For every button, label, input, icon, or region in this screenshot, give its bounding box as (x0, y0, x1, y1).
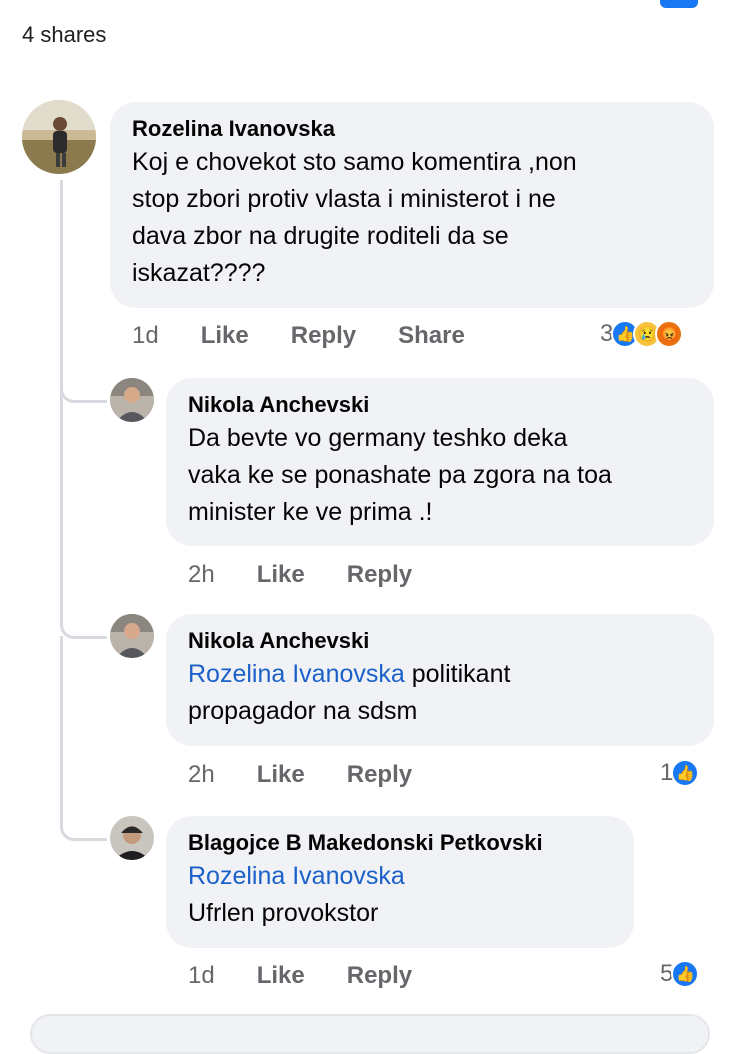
comment-author[interactable]: Nikola Anchevski (188, 626, 714, 656)
mention-link[interactable]: Rozelina Ivanovska (188, 660, 405, 688)
comment-text: Koj e chovekot sto samo komentira ,non s… (132, 148, 577, 287)
reaction-summary[interactable]: 1 👍 (660, 759, 700, 787)
reply-button[interactable]: Reply (347, 962, 412, 990)
comment-actions: 1d Like Reply Share (132, 322, 507, 350)
avatar[interactable] (22, 100, 96, 174)
mention-link[interactable]: Rozelina Ivanovska (188, 858, 634, 895)
comment-author[interactable]: Nikola Anchevski (188, 390, 714, 420)
thread-branch (60, 636, 107, 841)
comment-time[interactable]: 2h (188, 761, 215, 789)
reply-button[interactable]: Reply (347, 761, 412, 789)
comment-actions: 1d Like Reply (188, 962, 454, 990)
comment-author[interactable]: Blagojce B Makedonski Petkovski (188, 828, 634, 858)
profile-photo (22, 100, 96, 174)
reply-button[interactable]: Reply (291, 322, 356, 350)
like-button[interactable]: Like (257, 761, 305, 789)
comment-text: Rozelina Ivanovska politikant propagador… (188, 660, 511, 725)
like-reaction-icon: 👍 (671, 960, 700, 988)
comment-time[interactable]: 2h (188, 561, 215, 589)
thread-branch (60, 400, 107, 639)
comment-time[interactable]: 1d (188, 962, 215, 990)
angry-reaction-icon: 😡 (655, 320, 684, 348)
comment-bubble: Nikola Anchevski Da bevte vo germany tes… (166, 378, 714, 546)
like-button[interactable]: Like (201, 322, 249, 350)
reaction-summary[interactable]: 5 👍 (660, 960, 700, 988)
profile-photo (110, 614, 154, 658)
comment-time[interactable]: 1d (132, 322, 159, 350)
avatar[interactable] (110, 816, 154, 860)
profile-photo (110, 378, 154, 422)
reaction-summary[interactable]: 3 👍 😢 😡 (600, 320, 684, 348)
avatar[interactable] (110, 614, 154, 658)
comment-bubble: Nikola Anchevski Rozelina Ivanovska poli… (166, 614, 714, 746)
share-button[interactable]: Share (398, 322, 465, 350)
thread-branch (60, 370, 107, 403)
avatar[interactable] (110, 378, 154, 422)
comment-input[interactable] (30, 1014, 710, 1054)
like-button[interactable]: Like (257, 561, 305, 589)
shares-count[interactable]: 4 shares (22, 22, 106, 48)
comment-text: Da bevte vo germany teshko deka vaka ke … (188, 424, 612, 526)
thread-line (60, 180, 63, 400)
comment-actions: 2h Like Reply (188, 761, 454, 789)
like-button[interactable]: Like (257, 962, 305, 990)
comment-text: Rozelina Ivanovska Ufrlen provokstor (188, 858, 634, 932)
profile-photo (110, 816, 154, 860)
comment-author[interactable]: Rozelina Ivanovska (132, 114, 714, 144)
like-icon (660, 0, 698, 8)
like-reaction-icon: 👍 (671, 759, 700, 787)
comment-actions: 2h Like Reply (188, 561, 454, 589)
reply-button[interactable]: Reply (347, 561, 412, 589)
comment-bubble: Blagojce B Makedonski Petkovski Rozelina… (166, 816, 634, 948)
comment-bubble: Rozelina Ivanovska Koj e chovekot sto sa… (110, 102, 714, 308)
